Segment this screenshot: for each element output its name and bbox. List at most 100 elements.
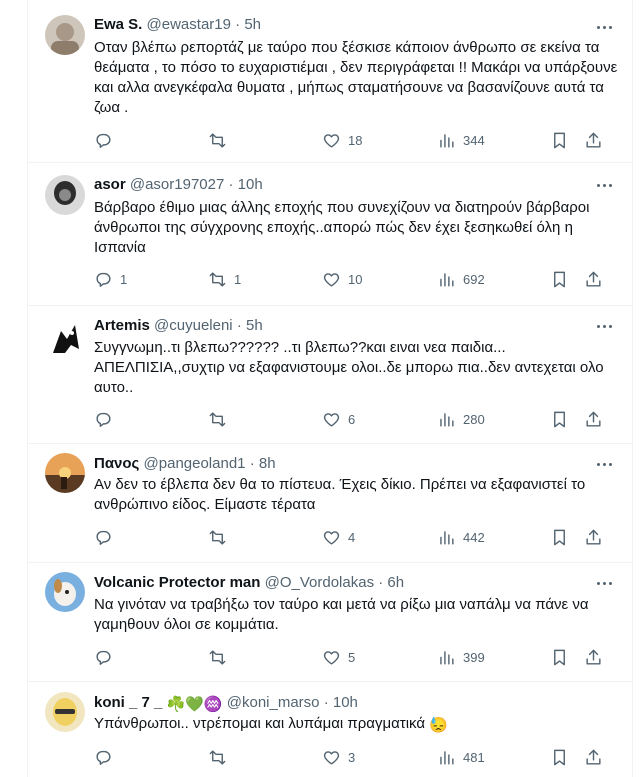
view-count: 692 bbox=[463, 271, 485, 287]
reply-button[interactable] bbox=[94, 130, 120, 150]
retweet-icon bbox=[209, 649, 226, 665]
heart-icon bbox=[323, 750, 340, 765]
retweet-button[interactable] bbox=[208, 130, 234, 150]
retweet-icon bbox=[209, 411, 226, 427]
tweet[interactable]: asor @asor197027 · 10h Βάρβαρο έθιμο μια… bbox=[28, 162, 632, 306]
action-bar: 1 1 10 692 bbox=[94, 269, 618, 289]
avatar[interactable] bbox=[45, 453, 85, 493]
like-button[interactable]: 3 bbox=[322, 747, 355, 767]
views-button[interactable]: 481 bbox=[437, 747, 485, 767]
share-icon bbox=[586, 132, 601, 148]
tweet[interactable]: Ewa S. @ewastar19 · 5h Οταν βλέπω ρεπορτ… bbox=[28, 0, 632, 163]
views-button[interactable]: 692 bbox=[437, 269, 485, 289]
like-button[interactable]: 10 bbox=[322, 269, 362, 289]
share-button[interactable] bbox=[584, 269, 603, 289]
more-icon[interactable] bbox=[594, 573, 614, 593]
share-icon bbox=[586, 411, 601, 427]
share-button[interactable] bbox=[584, 130, 603, 150]
more-icon[interactable] bbox=[594, 17, 614, 37]
author-handle[interactable]: @asor197027 bbox=[130, 176, 224, 193]
bookmark-button[interactable] bbox=[550, 130, 569, 150]
action-bar: 6 280 bbox=[94, 409, 618, 429]
reply-button[interactable] bbox=[94, 747, 120, 767]
more-icon[interactable] bbox=[594, 316, 614, 336]
tweet-text: Βάρβαρο έθιμο μιας άλλης εποχής που συνε… bbox=[94, 199, 590, 256]
retweet-button[interactable] bbox=[208, 527, 234, 547]
avatar[interactable] bbox=[45, 319, 85, 359]
like-count: 6 bbox=[348, 411, 356, 427]
name-emojis: ☘️💚♒ bbox=[166, 696, 223, 713]
bookmark-button[interactable] bbox=[550, 647, 569, 667]
share-button[interactable] bbox=[584, 747, 603, 767]
author-handle[interactable]: @ewastar19 bbox=[147, 16, 231, 33]
author-handle[interactable]: @cuyueleni bbox=[154, 317, 233, 334]
more-icon[interactable] bbox=[594, 454, 614, 474]
author-handle[interactable]: @koni_marso bbox=[227, 694, 320, 711]
author-name[interactable]: Artemis bbox=[94, 317, 150, 334]
replies-feed: Ewa S. @ewastar19 · 5h Οταν βλέπω ρεπορτ… bbox=[27, 0, 633, 777]
bookmark-button[interactable] bbox=[550, 527, 569, 547]
like-button[interactable]: 4 bbox=[322, 527, 355, 547]
bookmark-button[interactable] bbox=[550, 409, 569, 429]
more-icon[interactable] bbox=[594, 175, 614, 195]
reply-button[interactable] bbox=[94, 527, 120, 547]
separator-dot: · bbox=[249, 455, 255, 472]
heart-icon bbox=[323, 133, 340, 148]
bookmark-icon bbox=[554, 132, 565, 148]
heart-icon bbox=[323, 650, 340, 665]
share-icon bbox=[586, 749, 601, 765]
tweet[interactable]: Πανος @pangeoland1 · 8h Αν δεν το έβλεπα… bbox=[28, 443, 632, 563]
retweet-icon bbox=[209, 132, 226, 148]
reply-button[interactable] bbox=[94, 409, 120, 429]
tweet[interactable]: Volcanic Protector man @O_Vordolakas · 6… bbox=[28, 562, 632, 682]
author-name[interactable]: Ewa S. bbox=[94, 16, 142, 33]
author-name[interactable]: koni _ 7 _ bbox=[94, 694, 162, 711]
tweet-text-content: Υπάνθρωποι.. ντρέπομαι και λυπάμαι πραγμ… bbox=[94, 715, 426, 732]
views-chart-icon bbox=[440, 133, 454, 148]
tweet-text: Συγγνωμη..τι βλεπω?????? ..τι βλεπω??και… bbox=[94, 339, 604, 396]
reply-button[interactable] bbox=[94, 647, 120, 667]
share-button[interactable] bbox=[584, 409, 603, 429]
separator-dot: · bbox=[378, 574, 384, 591]
share-icon bbox=[586, 649, 601, 665]
timestamp[interactable]: 5h bbox=[246, 317, 263, 334]
views-button[interactable]: 280 bbox=[437, 409, 485, 429]
avatar[interactable] bbox=[45, 15, 85, 55]
tweet[interactable]: koni _ 7 _ ☘️💚♒ @koni_marso · 10h Υπάνθρ… bbox=[28, 681, 632, 777]
retweet-button[interactable] bbox=[208, 647, 234, 667]
author-name[interactable]: Volcanic Protector man bbox=[94, 574, 260, 591]
heart-icon bbox=[323, 272, 340, 287]
bookmark-icon bbox=[554, 649, 565, 665]
timestamp[interactable]: 5h bbox=[244, 16, 261, 33]
retweet-button[interactable] bbox=[208, 409, 234, 429]
author-name[interactable]: Πανος bbox=[94, 455, 139, 472]
bookmark-icon bbox=[554, 529, 565, 545]
reply-button[interactable]: 1 bbox=[94, 269, 127, 289]
avatar[interactable] bbox=[45, 692, 85, 732]
timestamp[interactable]: 6h bbox=[387, 574, 404, 591]
author-handle[interactable]: @pangeoland1 bbox=[144, 455, 246, 472]
views-button[interactable]: 442 bbox=[437, 527, 485, 547]
tweet[interactable]: Artemis @cuyueleni · 5h Συγγνωμη..τι βλε… bbox=[28, 305, 632, 444]
share-button[interactable] bbox=[584, 527, 603, 547]
avatar[interactable] bbox=[45, 572, 85, 612]
avatar[interactable] bbox=[45, 175, 85, 215]
views-chart-icon bbox=[440, 750, 454, 765]
tweet-text: Να γινόταν να τραβήξω τον ταύρο και μετά… bbox=[94, 596, 589, 633]
like-button[interactable]: 18 bbox=[322, 130, 362, 150]
retweet-button[interactable] bbox=[208, 747, 234, 767]
retweet-count: 1 bbox=[234, 271, 242, 287]
views-button[interactable]: 344 bbox=[437, 130, 485, 150]
bookmark-button[interactable] bbox=[550, 269, 569, 289]
like-button[interactable]: 5 bbox=[322, 647, 355, 667]
author-name[interactable]: asor bbox=[94, 176, 126, 193]
views-button[interactable]: 399 bbox=[437, 647, 485, 667]
bookmark-button[interactable] bbox=[550, 747, 569, 767]
share-button[interactable] bbox=[584, 647, 603, 667]
timestamp[interactable]: 8h bbox=[259, 455, 276, 472]
timestamp[interactable]: 10h bbox=[238, 176, 263, 193]
timestamp[interactable]: 10h bbox=[333, 694, 358, 711]
author-handle[interactable]: @O_Vordolakas bbox=[265, 574, 374, 591]
like-button[interactable]: 6 bbox=[322, 409, 355, 429]
retweet-button[interactable]: 1 bbox=[208, 269, 241, 289]
